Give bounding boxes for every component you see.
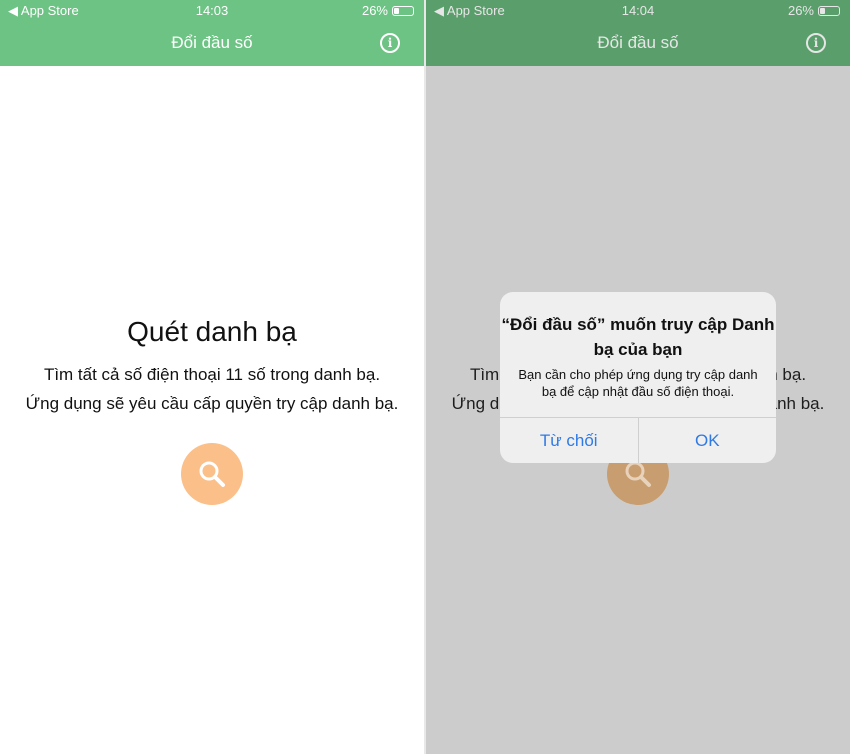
status-bar: ◀ App Store 14:04 26% xyxy=(426,3,850,21)
info-icon[interactable]: i xyxy=(380,33,400,53)
screen-permission-dialog: ◀ App Store 14:04 26% Đổi đầu số i Quét … xyxy=(426,0,850,754)
page-title: Đổi đầu số xyxy=(171,33,253,52)
search-icon xyxy=(199,461,225,487)
screen-before: ◀ App Store 14:03 26% Đổi đầu số i Quét … xyxy=(0,0,424,754)
scan-description-2: Ứng dụng sẽ yêu cầu cấp quyền try cập da… xyxy=(25,394,399,413)
scan-section: Quét danh bạ Tìm tất cả số điện thoại 11… xyxy=(0,316,424,418)
status-time: 14:04 xyxy=(621,3,655,18)
battery-percent: 26% xyxy=(787,3,814,18)
status-bar: ◀ App Store 14:03 26% xyxy=(0,3,424,21)
info-icon[interactable]: i xyxy=(806,33,826,53)
status-time: 14:03 xyxy=(195,3,229,18)
battery-percent: 26% xyxy=(361,3,388,18)
scan-description-1: Tìm tất cả số điện thoại 11 số trong dan… xyxy=(43,365,381,384)
battery-icon xyxy=(392,5,414,16)
scan-heading: Quét danh bạ xyxy=(127,316,297,347)
deny-button[interactable]: Từ chối xyxy=(500,418,638,463)
alert-title: “Đổi đầu số” muốn truy cập Danh bạ của b… xyxy=(501,315,775,359)
page-title: Đổi đầu số xyxy=(597,33,679,52)
scan-button[interactable] xyxy=(181,443,243,505)
nav-header: ◀ App Store 14:03 26% Đổi đầu số i xyxy=(0,0,424,66)
battery-icon xyxy=(818,5,840,16)
ok-button[interactable]: OK xyxy=(637,418,777,463)
alert-message: Bạn cần cho phép ứng dụng try cập danh b… xyxy=(518,367,758,399)
permission-alert: “Đổi đầu số” muốn truy cập Danh bạ của b… xyxy=(500,292,776,463)
nav-header: ◀ App Store 14:04 26% Đổi đầu số i xyxy=(426,0,850,66)
search-icon xyxy=(625,461,651,487)
